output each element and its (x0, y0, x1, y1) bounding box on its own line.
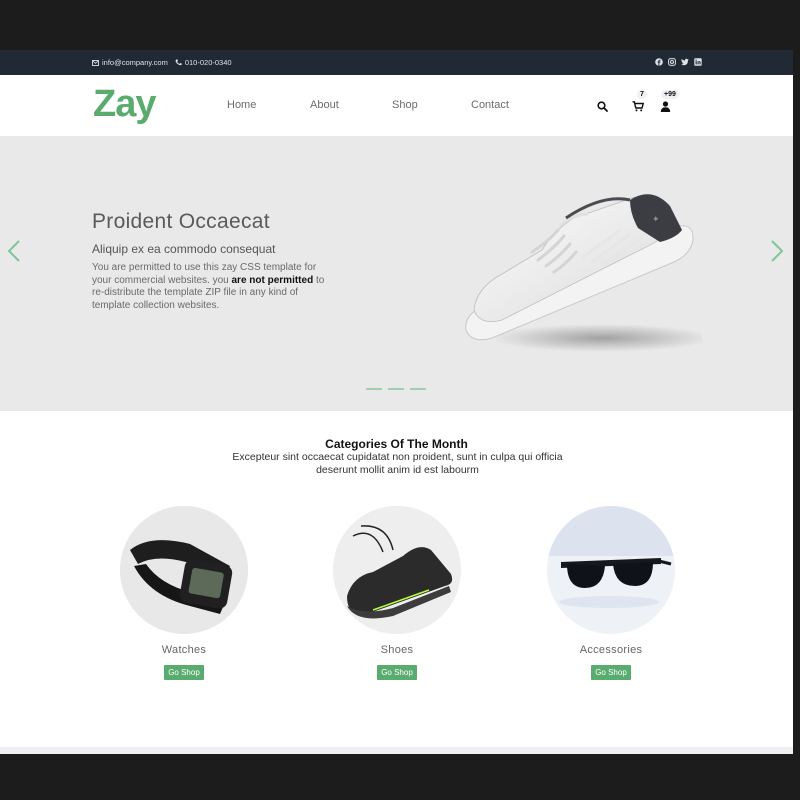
top-info-bar: info@company.com 010-020-0340 (0, 50, 793, 75)
watch-image (120, 506, 248, 634)
shoe-image (333, 506, 461, 634)
twitter-icon[interactable] (681, 58, 689, 66)
phone-link[interactable]: 010-020-0340 (175, 58, 232, 67)
hero-subtitle: Aliquip ex ea commodo consequat (92, 242, 276, 256)
facebook-icon[interactable] (655, 58, 663, 66)
carousel-indicators (366, 388, 426, 390)
next-slide-arrow[interactable] (770, 240, 784, 262)
sunglasses-image (547, 506, 675, 634)
category-card-watches: Watches Go Shop (119, 506, 249, 680)
nav-shop[interactable]: Shop (392, 99, 418, 111)
carousel-dot[interactable] (366, 388, 382, 390)
categories-title: Categories Of The Month (325, 437, 468, 451)
carousel-dot[interactable] (388, 388, 404, 390)
category-label: Shoes (380, 644, 414, 656)
instagram-icon[interactable] (668, 58, 676, 66)
go-shop-button[interactable]: Go Shop (591, 665, 631, 680)
categories-description: Excepteur sint occaecat cupidatat non pr… (232, 451, 563, 476)
carousel-dot[interactable] (410, 388, 426, 390)
hero-title: Proident Occaecat (92, 210, 270, 233)
hero-carousel: Proident Occaecat Aliquip ex ea commodo … (0, 136, 793, 411)
user-count-badge: +99 (661, 90, 679, 99)
linkedin-icon[interactable] (694, 58, 702, 66)
category-image-accessories[interactable] (547, 506, 675, 634)
nav-home[interactable]: Home (227, 99, 256, 111)
nav-contact[interactable]: Contact (471, 99, 509, 111)
svg-text:✦: ✦ (652, 215, 660, 225)
go-shop-button[interactable]: Go Shop (164, 665, 204, 680)
user-icon[interactable] (660, 99, 672, 112)
bottom-strip (0, 747, 793, 754)
go-shop-button[interactable]: Go Shop (377, 665, 417, 680)
prev-slide-arrow[interactable] (7, 240, 21, 262)
category-image-shoes[interactable] (333, 506, 461, 634)
category-label: Accessories (579, 644, 643, 656)
category-label: Watches (161, 644, 207, 656)
category-card-accessories: Accessories Go Shop (546, 506, 676, 680)
phone-icon (175, 59, 182, 66)
page: info@company.com 010-020-0340 Zay Home A… (0, 50, 793, 754)
hero-description: You are permitted to use this zay CSS te… (92, 262, 337, 312)
cart-icon[interactable] (632, 99, 645, 112)
category-image-watches[interactable] (120, 506, 248, 634)
social-links (655, 58, 702, 66)
site-logo[interactable]: Zay (93, 83, 156, 126)
envelope-icon (92, 59, 99, 66)
hero-sneaker-image: ✦ (465, 194, 702, 352)
phone-text: 010-020-0340 (184, 58, 232, 67)
email-text: info@company.com (102, 58, 168, 67)
email-link[interactable]: info@company.com (92, 58, 168, 67)
cart-count-badge: 7 (637, 90, 647, 99)
main-navbar: Zay Home About Shop Contact 7 +99 (0, 75, 793, 136)
contact-info: info@company.com 010-020-0340 (92, 58, 232, 67)
category-card-shoes: Shoes Go Shop (332, 506, 462, 680)
hero-text-bold: are not permitted (231, 274, 314, 286)
nav-about[interactable]: About (310, 99, 339, 111)
search-icon[interactable] (597, 99, 609, 112)
